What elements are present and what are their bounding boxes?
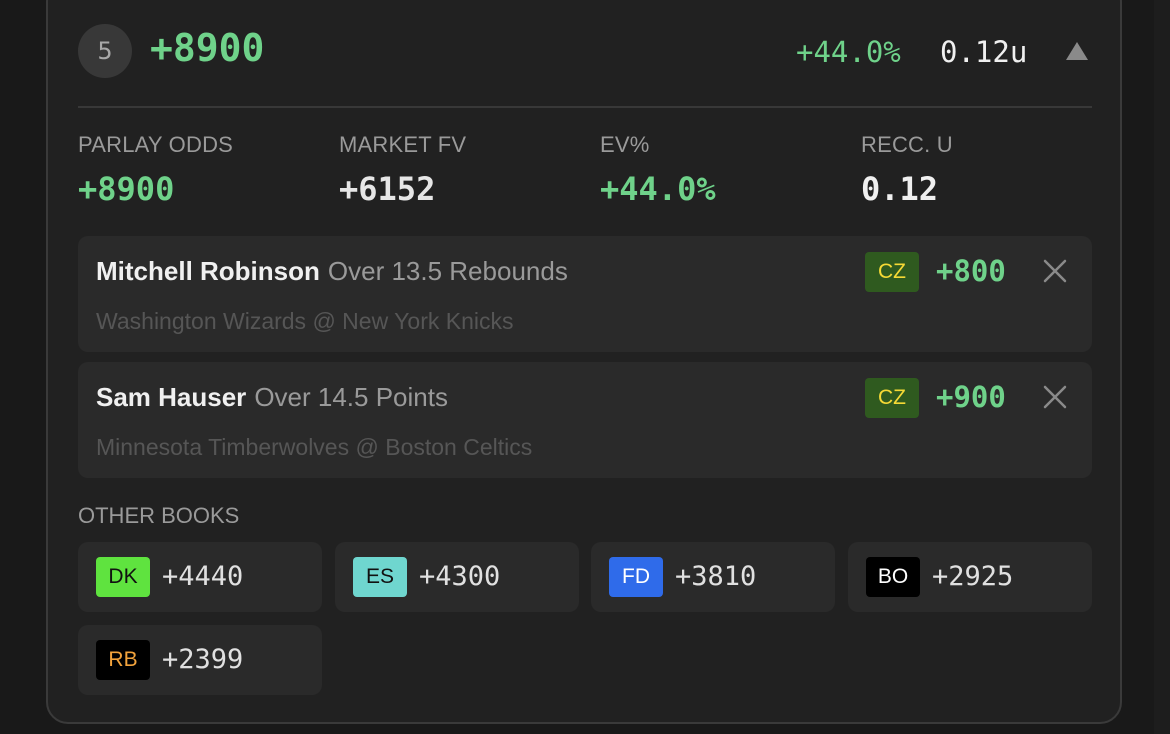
leg-row: Sam Hauser Over 14.5 Points Minnesota Tim… — [78, 362, 1092, 478]
book-badge-rb: RB — [96, 640, 150, 680]
collapse-triangle-icon[interactable] — [1066, 42, 1088, 60]
leg-title: Mitchell Robinson Over 13.5 Rebounds — [96, 256, 568, 287]
leg-game: Minnesota Timberwolves @ Boston Celtics — [96, 434, 533, 460]
leg-odds: +800 — [936, 254, 1006, 288]
other-book-odds: +4300 — [419, 561, 501, 592]
stat-ev: EV% +44.0% — [600, 132, 716, 208]
leg-player: Mitchell Robinson — [96, 256, 320, 286]
other-book-dk[interactable]: DK +4440 — [78, 542, 322, 612]
leg-game: Washington Wizards @ New York Knicks — [96, 308, 514, 334]
book-badge-fd: FD — [609, 557, 663, 597]
book-badge-cz: CZ — [865, 252, 919, 292]
other-book-es[interactable]: ES +4300 — [335, 542, 579, 612]
leg-odds: +900 — [936, 380, 1006, 414]
leg-market: Over 13.5 Rebounds — [327, 256, 568, 286]
stat-parlay-odds: PARLAY ODDS +8900 — [78, 132, 233, 208]
scrollbar[interactable] — [1154, 0, 1170, 734]
other-book-rb[interactable]: RB +2399 — [78, 625, 322, 695]
rank-badge: 5 — [78, 24, 132, 78]
other-book-odds: +4440 — [162, 561, 244, 592]
stat-recc-units: RECC. U 0.12 — [861, 132, 953, 208]
stat-value: +44.0% — [600, 170, 716, 208]
stat-market-fv: MARKET FV +6152 — [339, 132, 466, 208]
leg-market: Over 14.5 Points — [254, 382, 448, 412]
other-book-odds: +3810 — [675, 561, 757, 592]
book-badge-bo: BO — [866, 557, 920, 597]
other-book-odds: +2399 — [162, 644, 244, 675]
other-book-odds: +2925 — [932, 561, 1014, 592]
stat-label: MARKET FV — [339, 132, 467, 157]
header-ev: +44.0% — [796, 35, 901, 69]
stat-value: +8900 — [78, 170, 175, 208]
divider — [78, 106, 1092, 108]
other-book-fd[interactable]: FD +3810 — [591, 542, 835, 612]
leg-row: Mitchell Robinson Over 13.5 Rebounds Wash… — [78, 236, 1092, 352]
leg-title: Sam Hauser Over 14.5 Points — [96, 382, 448, 413]
stat-label: EV% — [600, 132, 650, 157]
other-book-bo[interactable]: BO +2925 — [848, 542, 1092, 612]
stat-label: RECC. U — [861, 132, 953, 157]
other-books-title: OTHER BOOKS — [78, 503, 240, 528]
book-badge-dk: DK — [96, 557, 150, 597]
stat-label: PARLAY ODDS — [78, 132, 234, 157]
leg-player: Sam Hauser — [96, 382, 247, 412]
book-badge-es: ES — [353, 557, 407, 597]
remove-leg-icon[interactable] — [1040, 382, 1070, 412]
stat-value: 0.12 — [861, 170, 939, 208]
header-odds: +8900 — [150, 26, 265, 70]
header-units: 0.12u — [940, 35, 1028, 69]
stat-value: +6152 — [339, 170, 436, 208]
book-badge-cz: CZ — [865, 378, 919, 418]
remove-leg-icon[interactable] — [1040, 256, 1070, 286]
